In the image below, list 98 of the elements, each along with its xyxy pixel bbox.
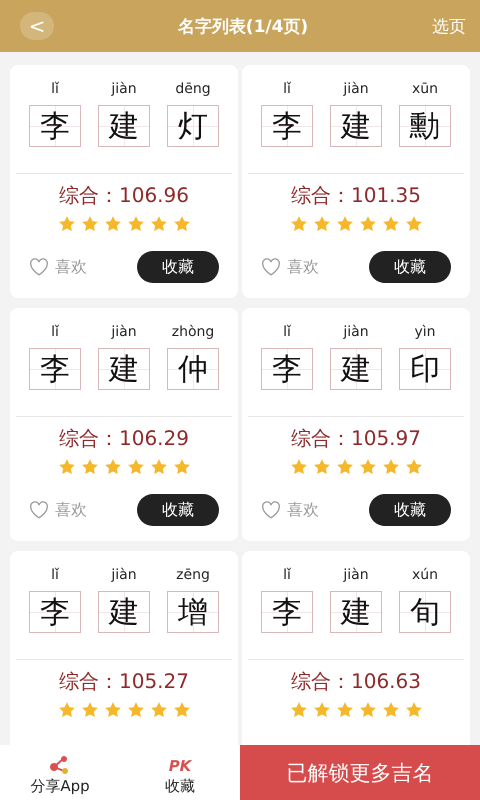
score-label: 综合：106.29	[59, 425, 189, 452]
pinyin-label: lǐ	[51, 81, 59, 99]
character-box: 李	[29, 348, 81, 390]
unlock-button[interactable]: 已解锁更多吉名	[240, 745, 480, 800]
pinyin-label: xún	[412, 567, 438, 585]
star-icon	[290, 701, 308, 719]
character-box: 建	[98, 591, 150, 633]
collect-button[interactable]: 收藏	[137, 494, 219, 526]
star-icon	[404, 458, 422, 476]
pinyin-label: lǐ	[283, 81, 291, 99]
character-box: 建	[330, 105, 382, 147]
character-box: 李	[261, 348, 313, 390]
star-icon	[290, 215, 308, 233]
character-box: 建	[98, 348, 150, 390]
star-icon	[126, 458, 144, 476]
favorites-label: 收藏	[165, 777, 195, 796]
pinyin-label: jiàn	[111, 324, 137, 342]
score-label: 综合：106.96	[59, 182, 189, 209]
score-label: 综合：105.97	[291, 425, 421, 452]
star-icon	[358, 458, 376, 476]
star-icon	[150, 458, 168, 476]
star-icon	[312, 215, 330, 233]
score-label: 综合：105.27	[59, 668, 189, 695]
star-icon	[104, 215, 122, 233]
character-box: 印	[399, 348, 451, 390]
star-icon	[404, 215, 422, 233]
star-icon	[336, 215, 354, 233]
star-icon	[126, 701, 144, 719]
star-icon	[126, 215, 144, 233]
star-icon	[336, 458, 354, 476]
character-box: 李	[29, 105, 81, 147]
star-icon	[382, 215, 400, 233]
character-box: 仲	[167, 348, 219, 390]
star-icon	[104, 701, 122, 719]
star-icon	[312, 701, 330, 719]
star-icon	[80, 458, 98, 476]
pinyin-label: jiàn	[111, 567, 137, 585]
pinyin-label: lǐ	[283, 324, 291, 342]
character-box: 李	[261, 591, 313, 633]
star-icon	[104, 458, 122, 476]
star-icon	[382, 458, 400, 476]
character-box: 建	[98, 105, 150, 147]
pinyin-label: lǐ	[51, 324, 59, 342]
pinyin-label: zhòng	[172, 324, 214, 342]
pinyin-label: lǐ	[51, 567, 59, 585]
character-box: 李	[29, 591, 81, 633]
character-box: 李	[261, 105, 313, 147]
pinyin-label: dēng	[175, 81, 211, 99]
star-icon	[150, 215, 168, 233]
share-label: 分享App	[30, 777, 90, 796]
pinyin-label: lǐ	[283, 567, 291, 585]
pinyin-label: zēng	[176, 567, 210, 585]
character-box: 增	[167, 591, 219, 633]
star-icon	[358, 701, 376, 719]
pinyin-label: jiàn	[111, 81, 137, 99]
page-title: 名字列表(1/4页)	[178, 16, 308, 38]
pinyin-label: jiàn	[343, 567, 369, 585]
character-box: 建	[330, 591, 382, 633]
name-card[interactable]: lǐ 李 jiàn 建 xún 旬 综合：106.63	[242, 551, 470, 745]
character-box: 勳	[399, 105, 451, 147]
score-label: 综合：106.63	[291, 668, 421, 695]
star-icon	[80, 701, 98, 719]
like-label: 喜欢	[287, 256, 319, 278]
name-card[interactable]: lǐ 李 jiàn 建 xūn 勳 综合：101.35 喜欢 收藏	[242, 65, 470, 298]
star-icon	[290, 458, 308, 476]
star-icon	[172, 458, 190, 476]
star-icon	[58, 458, 76, 476]
star-icon	[404, 701, 422, 719]
name-card[interactable]: lǐ 李 jiàn 建 dēng 灯 综合：106.96 喜欢 收藏	[10, 65, 238, 298]
character-box: 旬	[399, 591, 451, 633]
like-label: 喜欢	[55, 500, 87, 520]
collect-button[interactable]: 收藏	[369, 251, 451, 283]
pinyin-label: xūn	[412, 81, 438, 99]
score-label: 综合：101.35	[291, 182, 421, 209]
star-icon	[58, 701, 76, 719]
pk-logo-label: PK	[168, 757, 192, 775]
star-icon	[80, 215, 98, 233]
pinyin-label: jiàn	[343, 81, 369, 99]
star-icon	[172, 215, 190, 233]
character-box: 灯	[167, 105, 219, 147]
star-icon	[382, 701, 400, 719]
collect-button[interactable]: 收藏	[137, 251, 219, 283]
character-box: 建	[330, 348, 382, 390]
star-icon	[172, 701, 190, 719]
like-label: 喜欢	[55, 256, 87, 278]
star-icon	[358, 215, 376, 233]
star-icon	[58, 215, 76, 233]
star-icon	[336, 701, 354, 719]
name-card[interactable]: lǐ 李 jiàn 建 zēng 增 综合：105.27	[10, 551, 238, 745]
pinyin-label: yìn	[414, 324, 436, 342]
share-icon	[49, 755, 71, 775]
star-icon	[312, 458, 330, 476]
like-label: 喜欢	[287, 500, 319, 520]
pinyin-label: jiàn	[343, 324, 369, 342]
star-icon	[150, 701, 168, 719]
name-card[interactable]: lǐ 李 jiàn 建 yìn 印 综合：105.97 喜欢 收藏	[242, 308, 470, 541]
name-card[interactable]: lǐ 李 jiàn 建 zhòng 仲 综合：106.29 喜欢 收藏	[10, 308, 238, 541]
collect-button[interactable]: 收藏	[369, 494, 451, 526]
